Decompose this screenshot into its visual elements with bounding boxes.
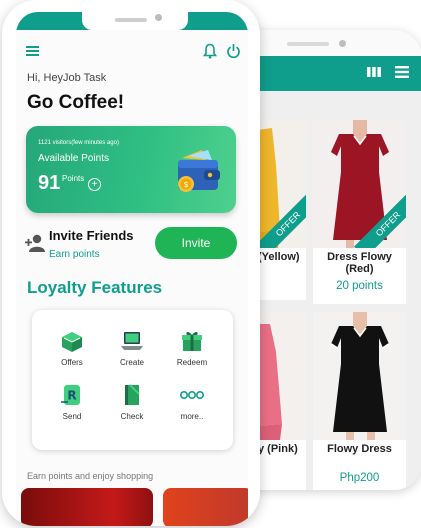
- points-card[interactable]: 1121 visitors(few minutes ago) Available…: [26, 126, 236, 213]
- feature-label: Redeem: [176, 358, 208, 367]
- feature-create[interactable]: Create: [102, 328, 162, 367]
- greeting-text: Hi, HeyJob Task: [27, 72, 107, 84]
- feature-check[interactable]: Check: [102, 382, 162, 421]
- product-photo: OFFER: [256, 120, 306, 248]
- svg-text:R: R: [67, 389, 76, 403]
- black-dress-image: [313, 312, 406, 440]
- feature-send[interactable]: R Send: [42, 382, 102, 421]
- home-screen: Hi, HeyJob Task Go Coffee! 1121 visitors…: [16, 12, 248, 526]
- feature-offers[interactable]: Offers: [42, 328, 102, 367]
- speaker-grille: [287, 42, 329, 46]
- product-card[interactable]: Flowy Dress Php200: [313, 312, 406, 490]
- product-name: y (Pink): [258, 443, 298, 455]
- promo-banner[interactable]: [163, 488, 248, 526]
- feature-label: Send: [62, 412, 82, 421]
- feature-more[interactable]: more..: [162, 382, 222, 421]
- visitors-text: 1121 visitors(few minutes ago): [38, 140, 119, 146]
- offers-box-icon: [62, 332, 82, 352]
- shop-screen: OFFER (Yellow) OFFER Dress Flowy (Red) 2…: [256, 56, 421, 490]
- bell-icon[interactable]: [203, 43, 217, 59]
- shop-header: [256, 56, 421, 91]
- feature-label: Check: [120, 412, 144, 421]
- product-name: (Yellow): [258, 251, 300, 263]
- visitors-note: (few minutes ago): [71, 140, 119, 146]
- front-phone-frame: Hi, HeyJob Task Go Coffee! 1121 visitors…: [2, 0, 260, 526]
- earn-points-subtitle: Earn points: [49, 249, 100, 260]
- product-name: Dress Flowy (Red): [327, 251, 392, 275]
- points-value: 91: [38, 172, 61, 194]
- visitors-count: 1121 visitors: [38, 140, 72, 146]
- speaker-grille: [115, 18, 147, 22]
- back-phone-frame: OFFER (Yellow) OFFER Dress Flowy (Red) 2…: [232, 30, 421, 490]
- points-unit: Points: [62, 174, 85, 183]
- feature-label: Create: [119, 358, 144, 367]
- power-icon[interactable]: [226, 43, 241, 59]
- product-card[interactable]: OFFER Dress Flowy (Red) 20 points: [313, 120, 406, 304]
- product-photo: [313, 312, 406, 440]
- camera-dot: [155, 14, 162, 21]
- add-points-icon[interactable]: +: [88, 178, 101, 191]
- invite-button[interactable]: Invite: [155, 227, 237, 259]
- invite-friends-title: Invite Friends: [49, 228, 134, 243]
- wallet-icon: $: [178, 150, 220, 192]
- send-icon: R: [61, 385, 80, 405]
- product-card[interactable]: OFFER (Yellow): [256, 120, 306, 300]
- add-person-icon: [25, 234, 45, 252]
- svg-text:$: $: [183, 180, 188, 189]
- loyalty-features-title: Loyalty Features: [27, 278, 163, 297]
- product-photo: [256, 312, 306, 440]
- pink-dress-image: [256, 312, 306, 440]
- feature-redeem[interactable]: Redeem: [162, 328, 222, 367]
- laptop-icon: [121, 332, 143, 350]
- list-view-icon[interactable]: [394, 65, 410, 79]
- promo-banner[interactable]: [21, 488, 153, 526]
- footer-caption: Earn points and enjoy shopping: [27, 471, 154, 481]
- more-dots-icon: [179, 391, 204, 400]
- brand-title: Go Coffee!: [27, 92, 125, 113]
- product-name: Flowy Dress: [327, 443, 392, 455]
- feature-label: more..: [180, 412, 204, 421]
- features-panel: Offers Create Redeem R Send Check more..: [32, 310, 233, 450]
- feature-label: Offers: [61, 358, 83, 367]
- product-price: 20 points: [336, 280, 383, 292]
- product-price: Php200: [339, 472, 380, 484]
- book-icon: [125, 384, 140, 405]
- grid-view-icon[interactable]: [366, 65, 382, 79]
- gift-icon: [182, 331, 202, 351]
- menu-icon[interactable]: [26, 45, 40, 57]
- product-photo: OFFER: [313, 120, 406, 248]
- camera-dot: [339, 40, 346, 47]
- product-card[interactable]: y (Pink): [256, 312, 306, 490]
- available-points-label: Available Points: [38, 153, 109, 164]
